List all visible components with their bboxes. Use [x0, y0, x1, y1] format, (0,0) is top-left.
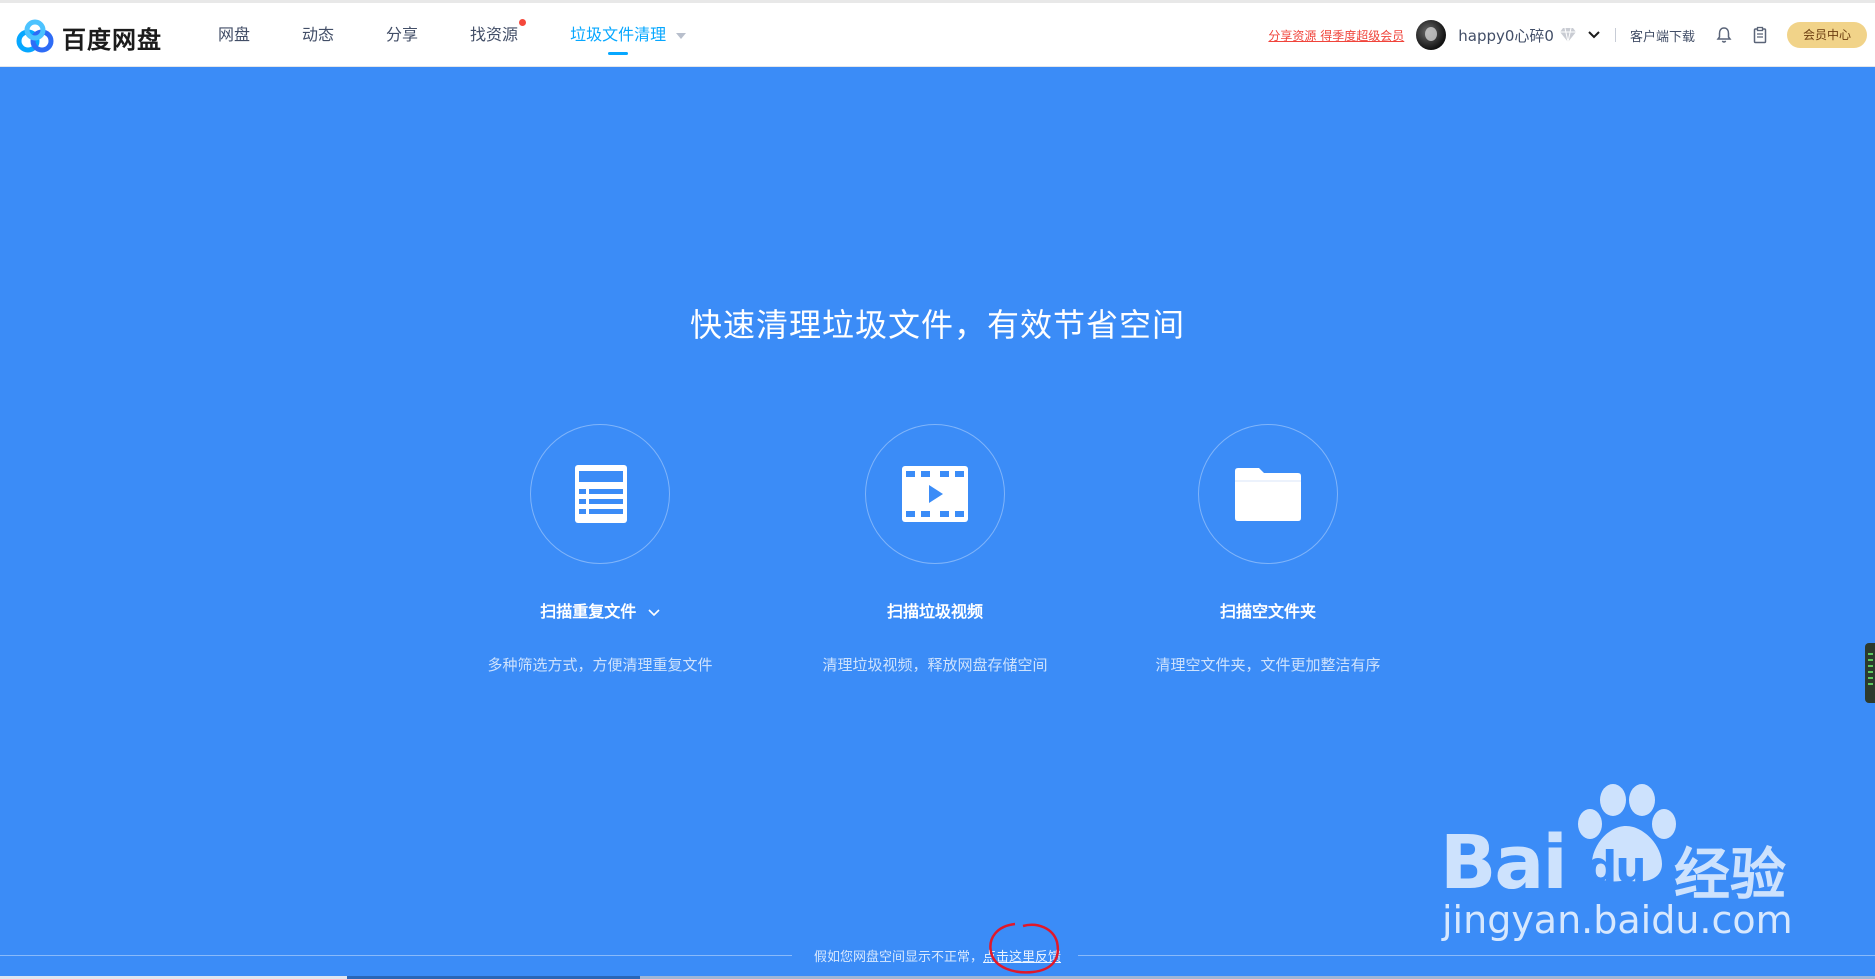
scan-empty-folders-card[interactable]: 扫描空文件夹 清理空文件夹，文件更加整洁有序 [1118, 424, 1418, 675]
avatar[interactable] [1416, 20, 1447, 50]
caret-down-icon [676, 32, 687, 39]
promo-link[interactable]: 分享资源 得季度超级会员 [1268, 27, 1404, 44]
app-logo[interactable]: 百度网盘 [14, 19, 162, 55]
card-title-label: 扫描重复文件 [540, 602, 637, 621]
nav-item-label: 垃圾文件清理 [570, 25, 667, 44]
card-description: 清理垃圾视频，释放网盘存储空间 [822, 656, 1048, 674]
divider [1614, 28, 1616, 42]
clipboard-icon[interactable] [1751, 26, 1769, 44]
diamond-icon [1559, 27, 1576, 43]
footer-notice: 假如您网盘空间显示不正常，点击这里反馈 [0, 946, 1875, 965]
footer-text: 假如您网盘空间显示不正常， [813, 950, 983, 965]
page-headline: 快速清理垃圾文件，有效节省空间 [689, 306, 1185, 344]
nav-item-junk-cleanup[interactable]: 垃圾文件清理 [570, 3, 687, 67]
nav-item-find-resources[interactable]: 找资源 [470, 3, 527, 67]
header-right: 分享资源 得季度超级会员 happy0心碎0 客户端下载 会员中心 [1268, 3, 1875, 67]
folder-icon [1235, 468, 1301, 521]
watermark-url: jingyan.baidu.com [1442, 898, 1793, 942]
card-title[interactable]: 扫描重复文件 [450, 598, 750, 622]
scan-duplicate-files-card[interactable]: 扫描重复文件 多种筛选方式，方便清理重复文件 [450, 424, 750, 675]
scan-junk-videos-card[interactable]: 扫描垃圾视频 清理垃圾视频，释放网盘存储空间 [785, 424, 1085, 675]
nav-item-feed[interactable]: 动态 [302, 3, 334, 67]
side-widget[interactable] [1865, 643, 1875, 703]
baidu-jingyan-watermark: Bai du 经验 jingyan.baidu.com [1440, 780, 1800, 942]
top-bar: 百度网盘 网盘 动态 分享 找资源 垃圾文件清理 分享资源 得季度超级会员 ha… [0, 0, 1875, 67]
watermark-brand-du: du [1585, 842, 1647, 893]
card-title[interactable]: 扫描垃圾视频 [785, 598, 1085, 622]
member-center-button[interactable]: 会员中心 [1786, 22, 1867, 48]
card-icon-circle[interactable] [865, 424, 1005, 564]
username[interactable]: happy0心碎0 [1458, 25, 1554, 46]
nav-item-share[interactable]: 分享 [386, 3, 418, 67]
watermark-brand-bai: Bai [1440, 820, 1568, 906]
main-nav: 网盘 动态 分享 找资源 垃圾文件清理 [218, 3, 738, 67]
card-icon-circle[interactable] [530, 424, 670, 564]
video-film-icon [902, 466, 968, 522]
nav-item-netdisk[interactable]: 网盘 [218, 3, 250, 67]
card-icon-circle[interactable] [1198, 424, 1338, 564]
card-description: 多种筛选方式，方便清理重复文件 [487, 656, 713, 674]
watermark-brand: Bai du [1440, 820, 1647, 906]
chevron-down-icon[interactable] [648, 608, 660, 617]
card-description: 清理空文件夹，文件更加整洁有序 [1155, 656, 1381, 674]
chevron-down-icon[interactable] [1587, 30, 1601, 40]
red-annotation-circle [989, 922, 1060, 974]
card-title[interactable]: 扫描空文件夹 [1118, 598, 1418, 622]
client-download-link[interactable]: 客户端下载 [1630, 26, 1695, 45]
list-doc-icon [575, 465, 627, 523]
new-badge-dot [519, 19, 527, 26]
baidu-netdisk-logo-icon [16, 19, 54, 53]
bell-icon[interactable] [1715, 26, 1733, 44]
app-name: 百度网盘 [62, 25, 162, 54]
page-root: 百度网盘 网盘 动态 分享 找资源 垃圾文件清理 分享资源 得季度超级会员 ha… [0, 0, 1875, 979]
nav-item-label: 找资源 [470, 25, 519, 44]
